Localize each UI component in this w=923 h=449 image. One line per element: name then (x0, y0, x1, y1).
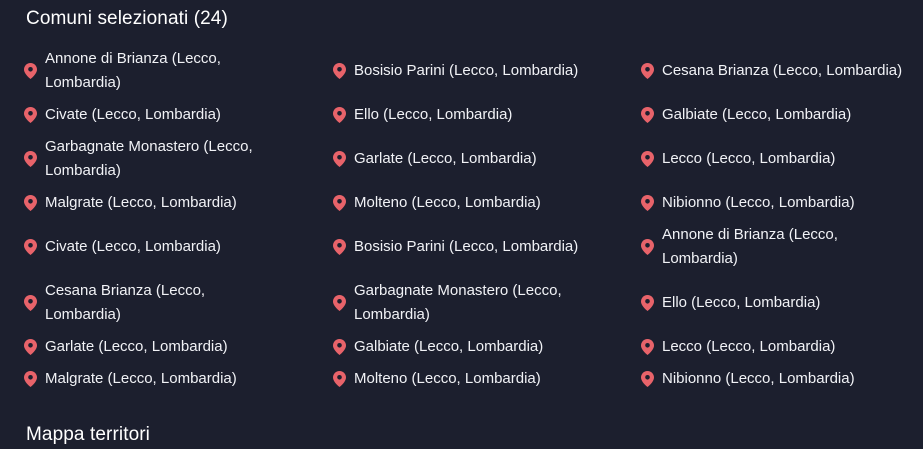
comune-item: Garbagnate Monastero (Lecco, Lombardia) (24, 135, 333, 183)
map-pin-icon (24, 151, 37, 167)
comune-item: Malgrate (Lecco, Lombardia) (24, 191, 333, 215)
map-pin-icon (24, 239, 37, 255)
comune-label: Garbagnate Monastero (Lecco, Lombardia) (354, 282, 562, 323)
comune-item: Cesana Brianza (Lecco, Lombardia) (24, 279, 333, 327)
comune-item: Ello (Lecco, Lombardia) (641, 279, 923, 327)
comune-label: Molteno (Lecco, Lombardia) (354, 370, 541, 387)
map-pin-icon (641, 107, 654, 123)
map-pin-icon (333, 107, 346, 123)
comune-label: Bosisio Parini (Lecco, Lombardia) (354, 238, 579, 255)
map-pin-icon (641, 63, 654, 79)
comune-item: Bosisio Parini (Lecco, Lombardia) (333, 223, 641, 271)
map-pin-icon (24, 339, 37, 355)
comune-item: Nibionno (Lecco, Lombardia) (641, 191, 923, 215)
map-pin-icon (333, 151, 346, 167)
comune-item: Galbiate (Lecco, Lombardia) (333, 335, 641, 359)
comune-item: Garlate (Lecco, Lombardia) (24, 335, 333, 359)
comune-item: Garbagnate Monastero (Lecco, Lombardia) (333, 279, 641, 327)
comune-label: Civate (Lecco, Lombardia) (45, 238, 221, 255)
map-pin-icon (333, 239, 346, 255)
map-pin-icon (333, 295, 346, 311)
comune-label: Lecco (Lecco, Lombardia) (662, 150, 836, 167)
comune-item: Lecco (Lecco, Lombardia) (641, 135, 923, 183)
map-section-title: Mappa territori (26, 424, 150, 445)
comune-label: Garlate (Lecco, Lombardia) (45, 338, 228, 355)
map-pin-icon (641, 195, 654, 211)
comune-item: Cesana Brianza (Lecco, Lombardia) (641, 47, 923, 95)
comune-label: Ello (Lecco, Lombardia) (662, 294, 821, 311)
comune-label: Malgrate (Lecco, Lombardia) (45, 194, 237, 211)
map-pin-icon (24, 107, 37, 123)
comune-label: Molteno (Lecco, Lombardia) (354, 194, 541, 211)
comune-label: Garbagnate Monastero (Lecco, Lombardia) (45, 138, 253, 179)
map-pin-icon (24, 63, 37, 79)
comune-item: Nibionno (Lecco, Lombardia) (641, 367, 923, 391)
map-pin-icon (333, 195, 346, 211)
comune-item: Garlate (Lecco, Lombardia) (333, 135, 641, 183)
comune-item: Lecco (Lecco, Lombardia) (641, 335, 923, 359)
comune-label: Galbiate (Lecco, Lombardia) (354, 338, 544, 355)
comune-label: Bosisio Parini (Lecco, Lombardia) (354, 62, 579, 79)
comune-item: Malgrate (Lecco, Lombardia) (24, 367, 333, 391)
comune-label: Annone di Brianza (Lecco, Lombardia) (45, 50, 221, 91)
map-pin-icon (641, 339, 654, 355)
comune-item: Civate (Lecco, Lombardia) (24, 223, 333, 271)
map-pin-icon (24, 371, 37, 387)
map-pin-icon (641, 371, 654, 387)
comune-label: Cesana Brianza (Lecco, Lombardia) (662, 62, 903, 79)
map-pin-icon (641, 295, 654, 311)
comune-label: Lecco (Lecco, Lombardia) (662, 338, 836, 355)
comune-label: Malgrate (Lecco, Lombardia) (45, 370, 237, 387)
map-pin-icon (24, 295, 37, 311)
comune-label: Nibionno (Lecco, Lombardia) (662, 370, 855, 387)
comune-label: Ello (Lecco, Lombardia) (354, 106, 513, 123)
comune-item: Molteno (Lecco, Lombardia) (333, 367, 641, 391)
comune-label: Galbiate (Lecco, Lombardia) (662, 106, 852, 123)
map-pin-icon (333, 339, 346, 355)
comune-item: Ello (Lecco, Lombardia) (333, 103, 641, 127)
comune-label: Civate (Lecco, Lombardia) (45, 106, 221, 123)
map-pin-icon (641, 151, 654, 167)
comune-label: Annone di Brianza (Lecco, Lombardia) (662, 226, 838, 267)
comuni-list: Annone di Brianza (Lecco, Lombardia) Bosi… (24, 47, 923, 391)
comune-item: Annone di Brianza (Lecco, Lombardia) (24, 47, 333, 95)
comune-item: Molteno (Lecco, Lombardia) (333, 191, 641, 215)
comune-item: Annone di Brianza (Lecco, Lombardia) (641, 223, 923, 271)
map-pin-icon (24, 195, 37, 211)
comune-label: Garlate (Lecco, Lombardia) (354, 150, 537, 167)
comune-item: Civate (Lecco, Lombardia) (24, 103, 333, 127)
map-pin-icon (333, 63, 346, 79)
comune-label: Cesana Brianza (Lecco, Lombardia) (45, 282, 206, 323)
comune-item: Galbiate (Lecco, Lombardia) (641, 103, 923, 127)
comune-item: Bosisio Parini (Lecco, Lombardia) (333, 47, 641, 95)
map-pin-icon (641, 239, 654, 255)
map-pin-icon (333, 371, 346, 387)
selected-comuni-title: Comuni selezionati (24) (26, 8, 228, 29)
comune-label: Nibionno (Lecco, Lombardia) (662, 194, 855, 211)
